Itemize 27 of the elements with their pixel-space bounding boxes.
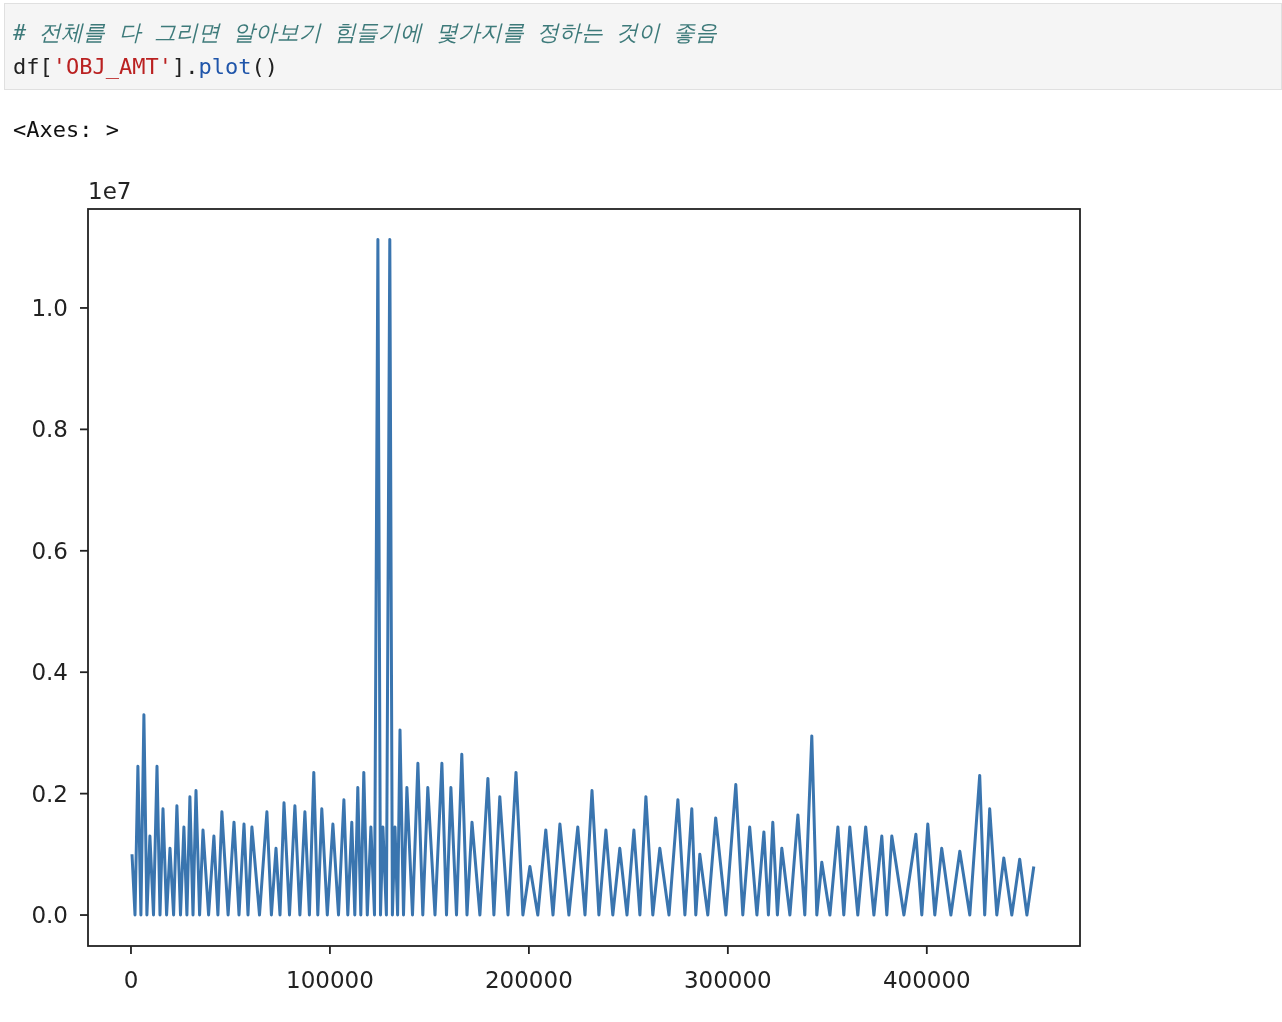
code-cell[interactable]: # 전체를 다 그리면 알아보기 힘들기에 몇가지를 정하는 것이 좋음 df['OBJ_AMT'].plot() <box>4 3 1282 90</box>
code-line: # 전체를 다 그리면 알아보기 힘들기에 몇가지를 정하는 것이 좋음 <box>13 19 719 47</box>
tick-mark <box>79 914 89 916</box>
tick-label: 0 <box>123 967 139 993</box>
tick-mark <box>79 428 89 431</box>
tick-mark <box>726 945 729 955</box>
tick-mark <box>79 792 89 795</box>
tick-label: 400000 <box>882 967 971 993</box>
tick-mark <box>925 945 928 955</box>
tick-label: 0.6 <box>31 537 68 564</box>
tick-mark <box>79 307 89 309</box>
tick-label: 100000 <box>286 967 374 993</box>
tick-mark <box>528 945 530 955</box>
tick-label: 0.2 <box>31 780 68 807</box>
output-text: <Axes: > <box>13 116 119 144</box>
tick-label: 0.4 <box>31 659 68 686</box>
tick-label: 300000 <box>683 967 772 993</box>
tick-label: 1.0 <box>31 294 68 321</box>
tick-mark <box>79 549 89 552</box>
tick-mark <box>79 671 89 674</box>
code-line: df['OBJ_AMT'].plot() <box>13 53 279 81</box>
tick-label: 0.0 <box>31 902 68 929</box>
tick-label: 200000 <box>485 967 573 993</box>
tick-mark <box>329 945 331 955</box>
tick-label: 0.8 <box>31 416 68 443</box>
tick-mark <box>130 945 132 955</box>
offset-label: 1e7 <box>88 178 132 204</box>
